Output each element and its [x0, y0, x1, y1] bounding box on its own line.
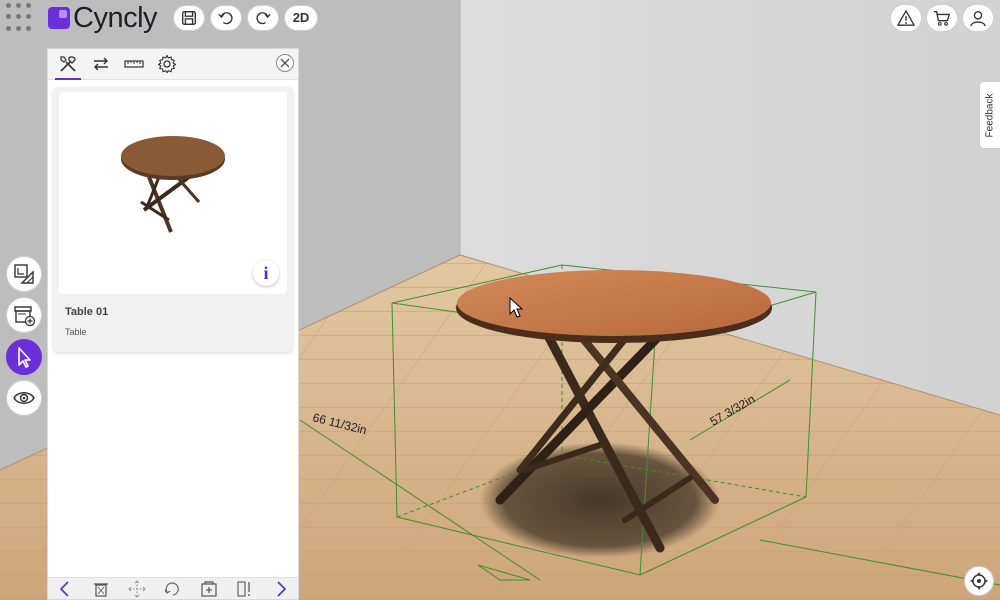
- panel-close-button[interactable]: [276, 54, 294, 72]
- rotate-button[interactable]: [162, 579, 184, 599]
- tab-swap[interactable]: [87, 51, 115, 77]
- cart-button[interactable]: [926, 4, 958, 32]
- tab-tools[interactable]: [54, 51, 82, 80]
- swap-arrows-icon: [94, 57, 108, 71]
- rotate-icon: [164, 581, 179, 596]
- duplicate-icon: [201, 580, 217, 597]
- recenter-view-button[interactable]: [964, 566, 994, 596]
- floor-plan-icon: [14, 264, 34, 284]
- product-properties-panel: i Table 01 Table: [47, 48, 299, 600]
- panel-tab-bar: [48, 49, 298, 80]
- panel-action-bar: [48, 577, 298, 599]
- top-toolbar-left: Cyncly 2D: [4, 1, 319, 34]
- chevron-left-icon: [59, 580, 69, 597]
- tabletop: [457, 270, 771, 336]
- tab-settings[interactable]: [153, 51, 181, 77]
- move-button[interactable]: [126, 579, 148, 599]
- delete-button[interactable]: [90, 579, 112, 599]
- gear-icon: [157, 54, 177, 74]
- top-toolbar-right: [890, 4, 994, 32]
- product-info-button[interactable]: i: [253, 260, 279, 286]
- add-cabinet-icon: [14, 306, 36, 327]
- previous-button[interactable]: [54, 579, 76, 599]
- product-name: Table 01: [65, 306, 109, 318]
- height-adjust-icon: [237, 580, 250, 597]
- save-icon: [182, 10, 196, 25]
- warnings-button[interactable]: [890, 4, 922, 32]
- floor-plan-tool-button[interactable]: [6, 256, 42, 292]
- pointer-icon: [18, 347, 31, 368]
- add-product-tool-button[interactable]: [6, 297, 42, 333]
- app-logo: Cyncly: [48, 1, 158, 34]
- product-category: Table: [65, 327, 87, 337]
- tab-dimensions[interactable]: [120, 51, 148, 77]
- redo-icon: [256, 11, 271, 24]
- feedback-label: Feedback: [984, 93, 996, 137]
- chevron-right-icon: [277, 580, 287, 597]
- tools-icon: [60, 56, 76, 72]
- undo-button[interactable]: [210, 4, 243, 31]
- logo-mark-icon: [48, 6, 70, 29]
- next-button[interactable]: [270, 579, 292, 599]
- warning-icon: [897, 10, 915, 26]
- trash-icon: [94, 582, 108, 597]
- move-arrows-icon: [128, 579, 146, 598]
- duplicate-button[interactable]: [198, 579, 220, 599]
- user-account-button[interactable]: [962, 4, 994, 32]
- user-icon: [970, 11, 986, 27]
- crosshair-icon: [970, 572, 988, 590]
- app-launcher-icon[interactable]: [4, 2, 36, 33]
- product-thumbnail: i: [59, 92, 287, 294]
- logo-text: Cyncly: [73, 1, 158, 34]
- feedback-tab[interactable]: Feedback: [979, 81, 1000, 149]
- ruler-icon: [124, 60, 144, 68]
- redo-button[interactable]: [247, 4, 280, 31]
- close-icon: [280, 58, 290, 68]
- visibility-tool-button[interactable]: [6, 380, 42, 416]
- save-button[interactable]: [173, 4, 206, 31]
- view-2d-toggle-button[interactable]: 2D: [284, 4, 319, 31]
- cart-icon: [933, 11, 951, 26]
- eye-icon: [13, 392, 35, 404]
- select-tool-button[interactable]: [6, 339, 42, 375]
- table-thumbnail-image: [121, 136, 225, 233]
- product-card[interactable]: i Table 01 Table: [53, 87, 293, 352]
- height-adjust-button[interactable]: [234, 579, 256, 599]
- undo-icon: [218, 11, 233, 24]
